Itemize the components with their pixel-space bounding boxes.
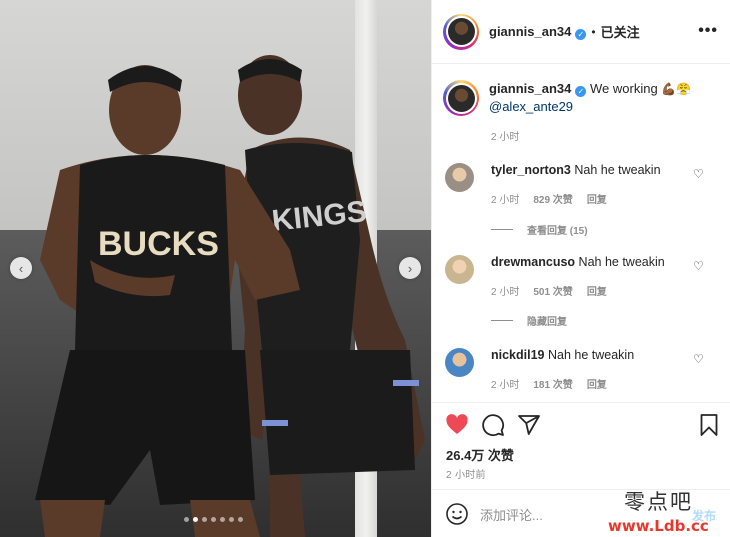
carousel-dot: [202, 517, 207, 522]
avatar-image: [447, 18, 475, 45]
comment-username[interactable]: tyler_norton3: [491, 163, 571, 177]
hide-replies-toggle[interactable]: 隐藏回复: [491, 313, 567, 328]
caption-avatar[interactable]: [443, 80, 479, 116]
avatar-image: [447, 84, 475, 112]
comment-username[interactable]: nickdil19: [491, 348, 545, 362]
verified-badge-icon: ✓: [575, 28, 587, 40]
comment-reply-button[interactable]: 回复: [587, 380, 607, 391]
watermark-url: www.Ldb.cc: [608, 517, 709, 535]
comment-likes[interactable]: 829 次赞: [533, 195, 572, 206]
post-photo: KINGS BUCKS ‹ ›: [0, 0, 431, 537]
follow-status-button[interactable]: 已关注: [601, 22, 640, 41]
caption-mention-link[interactable]: @alex_ante29: [489, 99, 573, 114]
comment-text: Nah he tweakin: [574, 163, 661, 177]
post-header: giannis_an34 ✓ • 已关注 •••: [432, 0, 730, 64]
watermark-title: 零点吧: [624, 490, 693, 514]
caption-username[interactable]: giannis_an34: [489, 81, 571, 96]
comment-time: 2 小时: [491, 287, 520, 298]
like-heart-icon[interactable]: [445, 413, 469, 437]
comment-like-heart-icon[interactable]: ♡: [693, 167, 704, 181]
players-illustration: KINGS BUCKS: [35, 55, 425, 537]
caption-body: We working: [590, 81, 658, 96]
avatar[interactable]: [443, 13, 479, 50]
comment-reply-button[interactable]: 回复: [587, 195, 607, 206]
comment-time: 2 小时: [491, 195, 520, 206]
carousel-dot: [211, 517, 216, 522]
carousel-dot-active: [193, 517, 198, 522]
comment-avatar[interactable]: [445, 163, 474, 192]
chevron-right-icon: ›: [407, 260, 413, 276]
jersey-left-text: BUCKS: [98, 225, 219, 263]
comment-like-heart-icon[interactable]: ♡: [693, 352, 704, 366]
carousel-dot: [220, 517, 225, 522]
comment-text: Nah he tweakin: [547, 348, 635, 362]
comment-likes[interactable]: 501 次赞: [533, 287, 572, 298]
bookmark-save-icon[interactable]: [697, 413, 721, 437]
comments-list[interactable]: giannis_an34 ✓ We working 💪🏾😤 @alex_ante2…: [432, 64, 730, 402]
carousel-dot: [229, 517, 234, 522]
carousel-prev-button[interactable]: ‹: [10, 257, 32, 279]
likes-count[interactable]: 26.4万 次赞: [446, 445, 514, 464]
comment-reply-button[interactable]: 回复: [587, 287, 607, 298]
chevron-left-icon: ‹: [18, 260, 24, 276]
view-replies-toggle[interactable]: 查看回复 (15): [491, 222, 588, 237]
comment-time: 2 小时: [491, 380, 520, 391]
caption-text: giannis_an34 ✓ We working 💪🏾😤 @alex_ante2…: [489, 80, 721, 116]
comment-avatar[interactable]: [445, 255, 474, 284]
carousel-indicator: [184, 517, 243, 522]
post-caption: giannis_an34 ✓ We working 💪🏾😤 @alex_ante2…: [443, 80, 723, 116]
more-options-icon[interactable]: •••: [698, 22, 718, 40]
separator-dot: •: [591, 24, 596, 39]
post-timestamp: 2 小时前: [446, 470, 486, 481]
comment-icon[interactable]: [481, 413, 505, 437]
carousel-dot: [238, 517, 243, 522]
emoji-smile-icon[interactable]: [445, 502, 469, 526]
caption-emojis: 💪🏾😤: [661, 82, 692, 96]
carousel-next-button[interactable]: ›: [399, 257, 421, 279]
share-direct-icon[interactable]: [517, 413, 541, 437]
caption-timestamp: 2 小时: [491, 132, 520, 143]
carousel-dot: [184, 517, 189, 522]
site-watermark: 零点吧 www.Ldb.cc: [608, 486, 730, 537]
verified-badge-icon: ✓: [575, 86, 587, 97]
comment-username[interactable]: drewmancuso: [491, 255, 575, 269]
header-username[interactable]: giannis_an34 ✓: [489, 24, 587, 40]
comment-like-heart-icon[interactable]: ♡: [693, 259, 704, 273]
comment-avatar[interactable]: [445, 348, 474, 377]
comment-text: Nah he tweakin: [578, 255, 665, 269]
comment-likes[interactable]: 181 次赞: [533, 380, 572, 391]
post-side-panel: giannis_an34 ✓ • 已关注 ••• giannis_an34 ✓ We…: [431, 0, 730, 537]
